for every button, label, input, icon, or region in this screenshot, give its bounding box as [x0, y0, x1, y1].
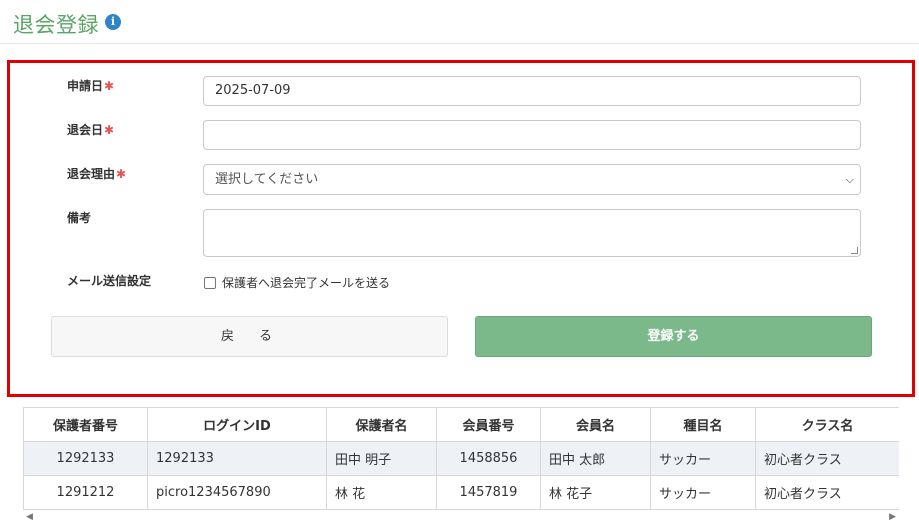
col-header-member-name[interactable]: 会員名 [540, 407, 651, 442]
send-mail-checkbox-label[interactable]: 保護者へ退会完了メールを送る [222, 274, 390, 291]
table-cell: サッカー [650, 441, 756, 476]
member-table-container: 保護者番号 ログインID 保護者名 会員番号 会員名 種目名 クラス名 1292… [23, 407, 899, 510]
notes-textarea[interactable] [203, 209, 861, 257]
scroll-right-icon[interactable]: ▶ [889, 510, 896, 524]
table-cell: 初心者クラス [755, 441, 899, 476]
reason-selected-value: 選択してください [215, 172, 319, 187]
horizontal-scrollbar[interactable]: ◀ ▶ [23, 510, 899, 524]
table-cell: サッカー [650, 475, 756, 510]
col-header-guardian-name[interactable]: 保護者名 [326, 407, 437, 442]
table-cell: 1292133 [23, 441, 148, 476]
page-header: 退会登録 i [0, 0, 919, 44]
required-mark: ✱ [116, 167, 127, 181]
chevron-down-icon: ⌵ [845, 173, 854, 186]
withdrawal-date-input[interactable] [203, 120, 861, 150]
table-row: 1292133 1292133 田中 明子 1458856 田中 太郎 サッカー… [23, 441, 899, 476]
table-cell: 初心者クラス [755, 475, 899, 510]
scroll-left-icon[interactable]: ◀ [26, 510, 33, 524]
member-table: 保護者番号 ログインID 保護者名 会員番号 会員名 種目名 クラス名 1292… [23, 407, 899, 510]
col-header-guardian-no[interactable]: 保護者番号 [23, 407, 148, 442]
col-header-event-name[interactable]: 種目名 [650, 407, 756, 442]
application-date-input[interactable]: 2025-07-09 [203, 76, 861, 106]
table-cell: 林 花子 [540, 475, 651, 510]
table-cell: picro1234567890 [147, 475, 327, 510]
resize-grip-icon[interactable] [851, 247, 858, 254]
required-mark: ✱ [104, 79, 115, 93]
col-header-member-no[interactable]: 会員番号 [436, 407, 541, 442]
table-cell: 1291212 [23, 475, 148, 510]
back-button[interactable]: 戻 る [51, 316, 448, 357]
withdrawal-date-label: 退会日✱ [67, 123, 115, 137]
table-cell: 田中 明子 [326, 441, 437, 476]
table-cell: 林 花 [326, 475, 437, 510]
required-mark: ✱ [104, 123, 115, 137]
info-icon[interactable]: i [105, 14, 121, 30]
notes-label: 備考 [67, 211, 92, 225]
reason-select[interactable]: 選択してください ⌵ [203, 164, 861, 195]
withdrawal-form: 申請日✱ 2025-07-09 退会日✱ 退会理由✱ 選択してください ⌵ 備考… [7, 60, 915, 397]
table-cell: 田中 太郎 [540, 441, 651, 476]
table-cell: 1457819 [436, 475, 541, 510]
table-cell: 1292133 [147, 441, 327, 476]
col-header-class-name[interactable]: クラス名 [755, 407, 899, 442]
submit-button[interactable]: 登録する [475, 316, 872, 357]
col-header-login-id[interactable]: ログインID [147, 407, 327, 442]
send-mail-checkbox[interactable] [204, 277, 216, 289]
application-date-label: 申請日✱ [67, 79, 115, 93]
table-cell: 1458856 [436, 441, 541, 476]
mail-setting-label: メール送信設定 [67, 274, 152, 288]
table-row: 1291212 picro1234567890 林 花 1457819 林 花子… [23, 475, 899, 510]
table-header-row: 保護者番号 ログインID 保護者名 会員番号 会員名 種目名 クラス名 [23, 407, 899, 442]
page-title: 退会登録 [13, 13, 99, 37]
reason-label: 退会理由✱ [67, 167, 127, 181]
